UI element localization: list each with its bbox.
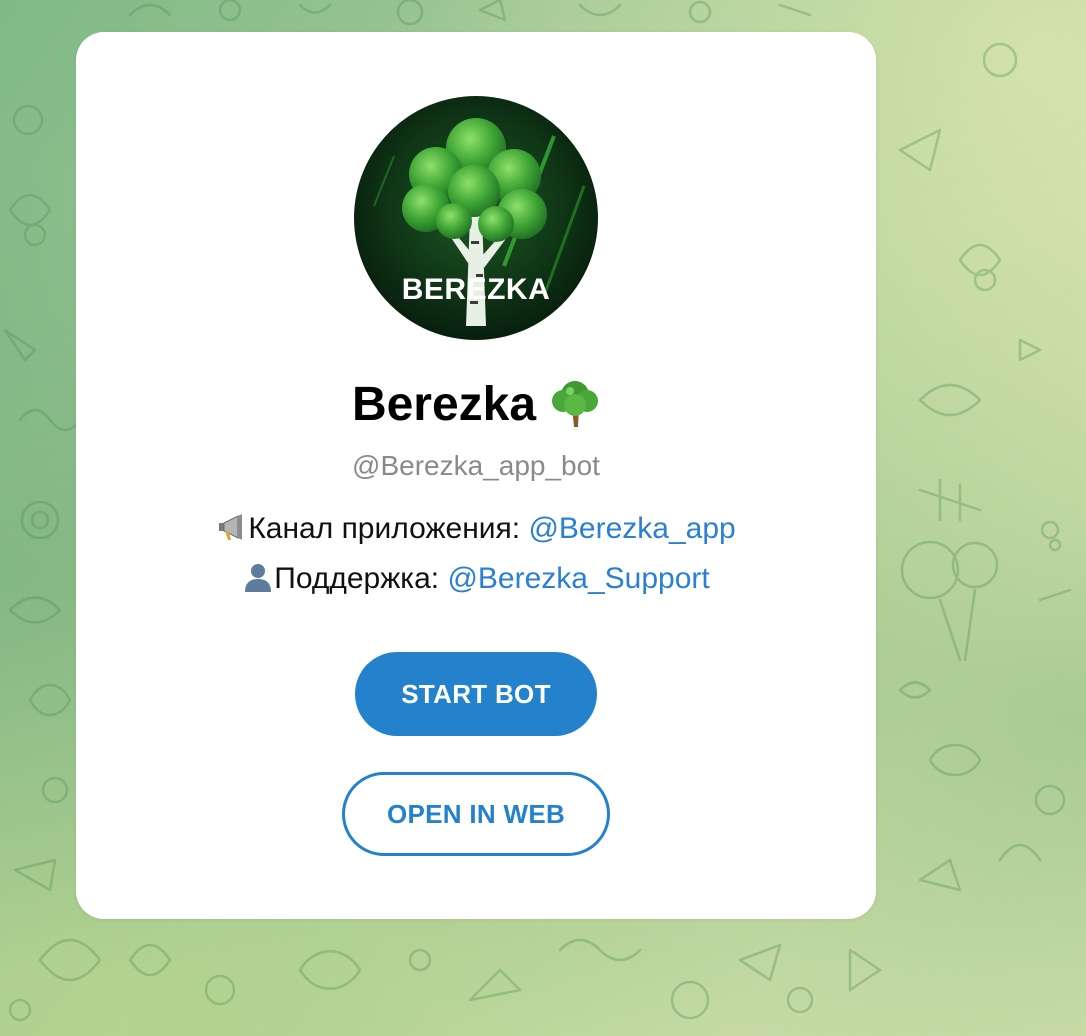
bot-name: Berezka [351,378,537,431]
bot-username: @Berezka_app_bot [352,450,600,481]
channel-line: Канал приложения: @Berezka_app [76,509,876,549]
start-bot-button[interactable]: START BOT [355,652,597,736]
bot-title-row: Berezka [76,370,876,440]
support-label: Поддержка: [274,562,448,595]
avatar-wordmark: BEREZKA [402,273,551,306]
open-in-web-button[interactable]: OPEN IN WEB [342,772,610,856]
bot-avatar: BEREZKA [354,96,598,340]
channel-label: Канал приложения: [248,512,529,545]
channel-link[interactable]: @Berezka_app [528,512,735,545]
megaphone-icon [216,511,248,543]
support-line: Поддержка: @Berezka_Support [76,559,876,599]
support-link[interactable]: @Berezka_Support [447,562,709,595]
deciduous-tree-icon [550,377,600,429]
bot-info-card: BEREZKA Berezka @Berezka_app_bot Канал п… [76,32,876,919]
person-silhouette-icon [242,561,274,593]
